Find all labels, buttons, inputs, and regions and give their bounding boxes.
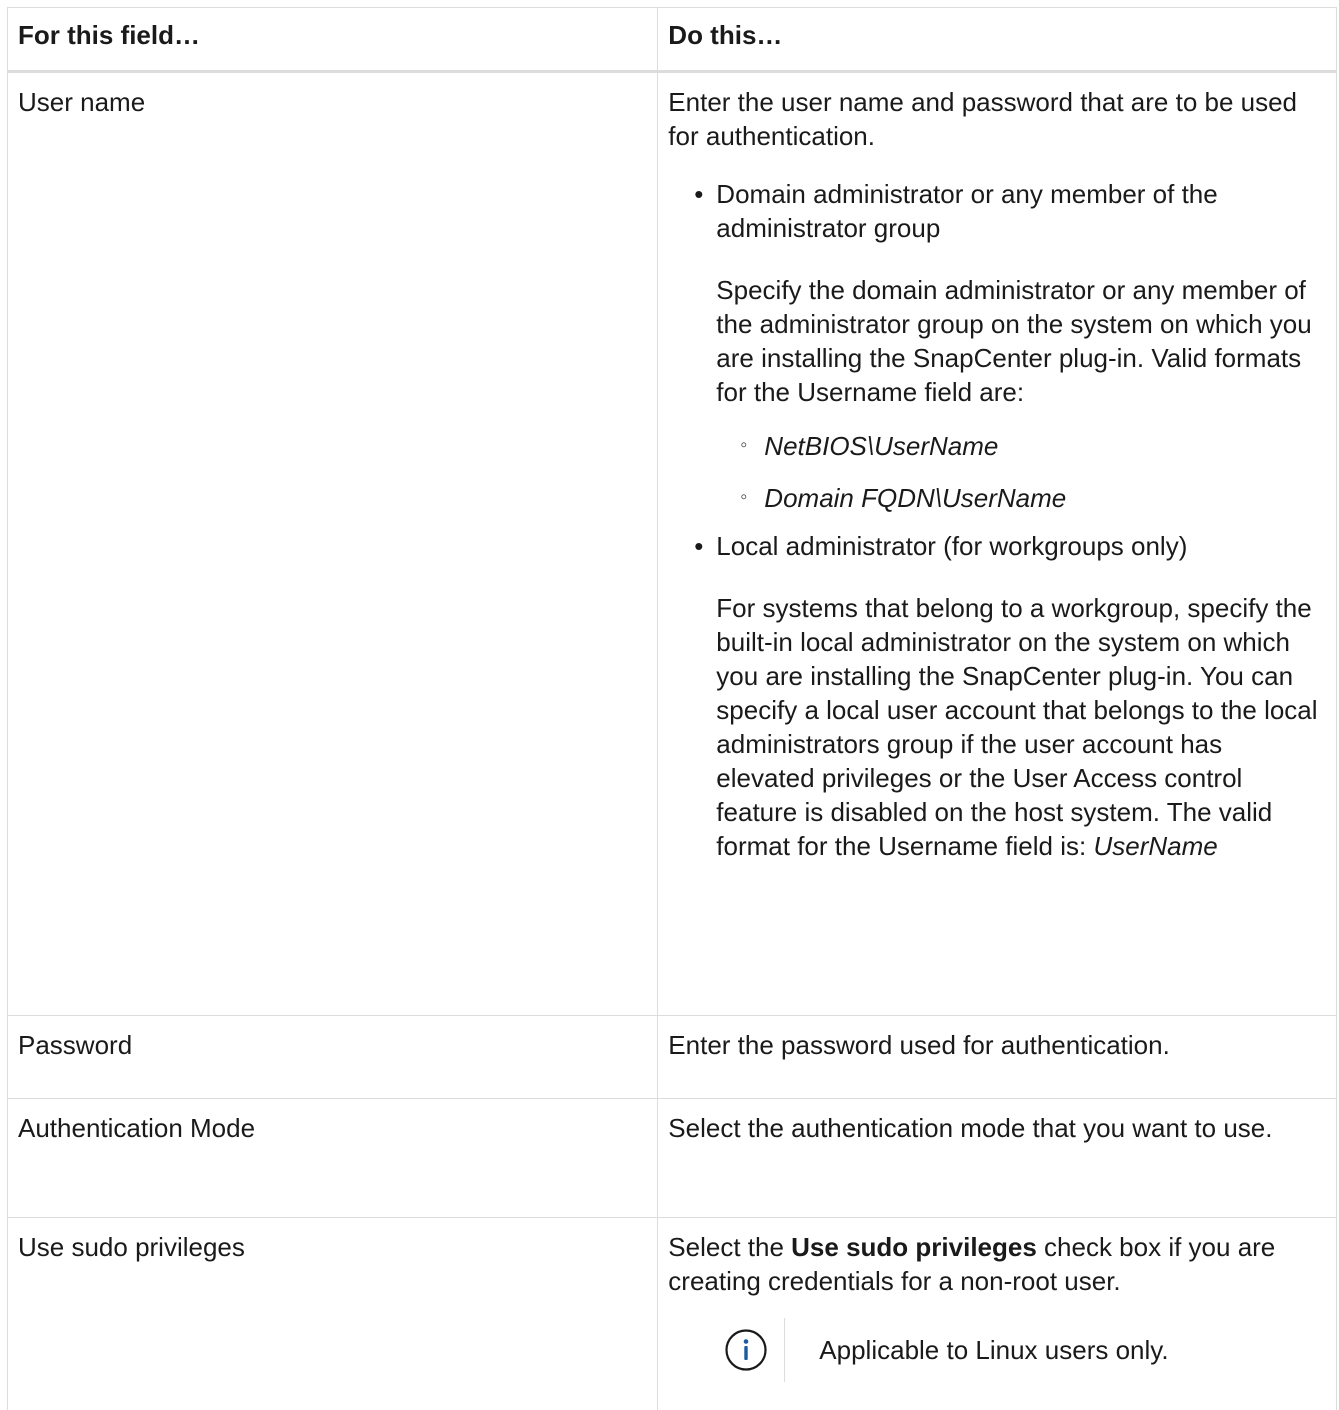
bullet-dot-icon: • — [694, 177, 716, 211]
sub-bullet-icon: ◦ — [740, 480, 747, 514]
credentials-field-table: For this field… Do this… User name Enter… — [7, 7, 1337, 1410]
bullet-dot-icon: • — [694, 529, 716, 563]
sudo-option-name: Use sudo privileges — [791, 1232, 1037, 1262]
table-row-sudo-privileges: Use sudo privileges Select the Use sudo … — [8, 1218, 1337, 1410]
table-row-password: Password Enter the password used for aut… — [8, 1016, 1337, 1099]
action-cell-sudo-privileges: Select the Use sudo privileges check box… — [658, 1218, 1337, 1410]
username-intro: Enter the user name and password that ar… — [668, 85, 1326, 153]
bullet-local-admin-body-text: For systems that belong to a workgroup, … — [716, 593, 1317, 861]
info-icon — [724, 1328, 768, 1372]
format-netbios: ◦ NetBIOS\UserName — [740, 429, 1326, 463]
field-cell-sudo-privileges: Use sudo privileges — [8, 1218, 658, 1410]
bullet-domain-admin: • Domain administrator or any member of … — [694, 177, 1326, 515]
header-field: For this field… — [8, 8, 658, 72]
table-row-authentication-mode: Authentication Mode Select the authentic… — [8, 1099, 1337, 1218]
username-format-list: ◦ NetBIOS\UserName ◦ Domain FQDN\UserNam… — [716, 429, 1326, 515]
sudo-instruction: Select the Use sudo privileges check box… — [668, 1230, 1326, 1298]
note-text: Applicable to Linux users only. — [819, 1333, 1168, 1367]
action-cell-authentication-mode: Select the authentication mode that you … — [658, 1099, 1337, 1218]
format-fqdn-text: Domain FQDN\UserName — [764, 483, 1066, 513]
bullet-domain-admin-title: Domain administrator or any member of th… — [716, 177, 1326, 245]
field-cell-authentication-mode: Authentication Mode — [8, 1099, 658, 1218]
table-header-row: For this field… Do this… — [8, 8, 1337, 72]
format-netbios-text: NetBIOS\UserName — [764, 431, 998, 461]
local-admin-format: UserName — [1093, 831, 1217, 861]
field-cell-password: Password — [8, 1016, 658, 1099]
action-cell-password: Enter the password used for authenticati… — [658, 1016, 1337, 1099]
bullet-local-admin: • Local administrator (for workgroups on… — [694, 529, 1326, 863]
header-action: Do this… — [658, 8, 1337, 72]
field-cell-username: User name — [8, 72, 658, 1016]
bullet-local-admin-body: For systems that belong to a workgroup, … — [716, 591, 1326, 863]
username-bullet-list: • Domain administrator or any member of … — [668, 177, 1326, 863]
sudo-instruction-prefix: Select the — [668, 1232, 791, 1262]
sub-bullet-icon: ◦ — [740, 428, 747, 462]
table-row-username: User name Enter the user name and passwo… — [8, 72, 1337, 1016]
action-cell-username: Enter the user name and password that ar… — [658, 72, 1337, 1016]
bullet-domain-admin-body: Specify the domain administrator or any … — [716, 273, 1326, 409]
format-fqdn: ◦ Domain FQDN\UserName — [740, 481, 1326, 515]
note-admonition: Applicable to Linux users only. — [708, 1318, 1326, 1382]
bullet-local-admin-title: Local administrator (for workgroups only… — [716, 529, 1326, 563]
note-icon-column — [708, 1318, 785, 1382]
